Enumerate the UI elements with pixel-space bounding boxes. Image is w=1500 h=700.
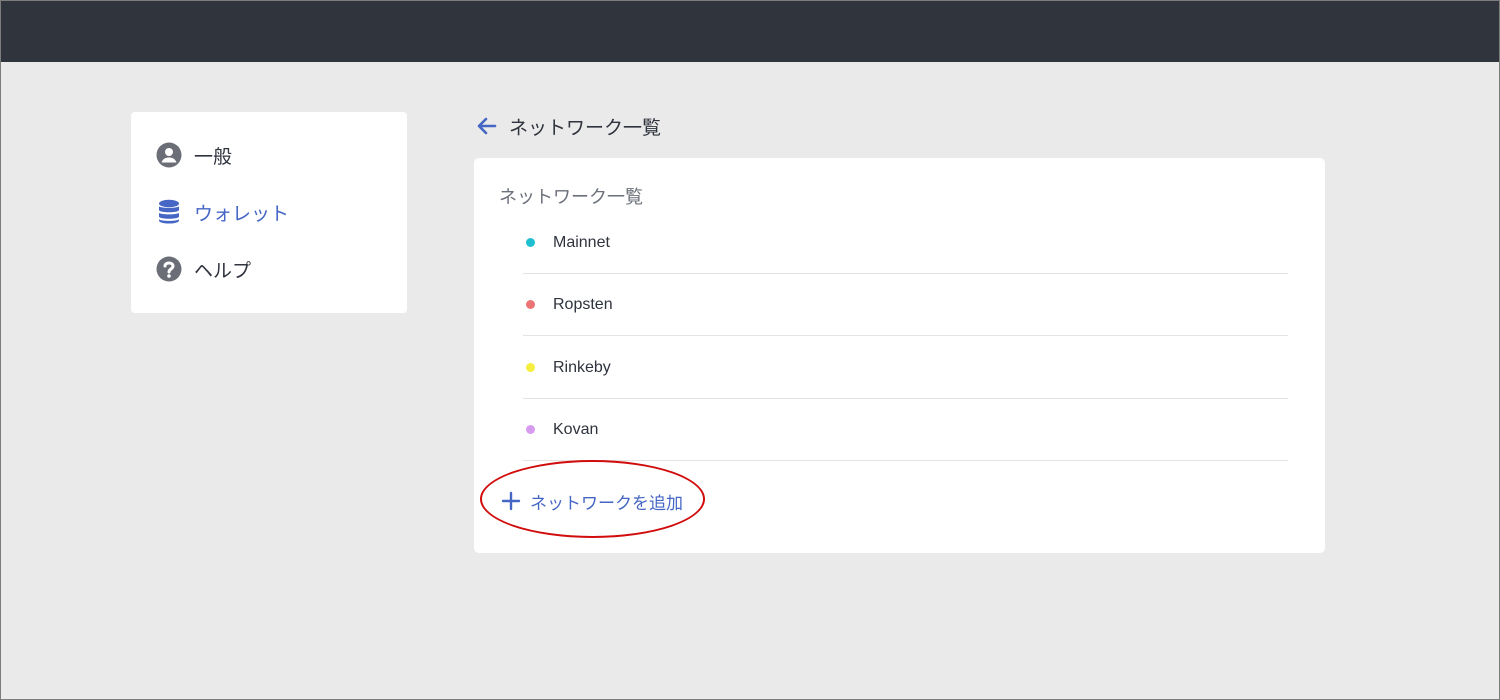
network-item-rinkeby[interactable]: Rinkeby — [523, 337, 1288, 399]
network-name: Ropsten — [553, 295, 613, 313]
network-list-card: ネットワーク一覧 Mainnet Ropsten Rinkeby Kovan ネ… — [474, 158, 1325, 553]
network-item-mainnet[interactable]: Mainnet — [523, 212, 1288, 274]
top-bar — [1, 1, 1499, 62]
network-color-dot — [526, 300, 535, 309]
user-circle-icon — [155, 142, 182, 169]
database-icon — [155, 199, 182, 226]
network-item-kovan[interactable]: Kovan — [523, 399, 1288, 461]
add-network-button[interactable]: ネットワークを追加 — [501, 486, 683, 516]
network-color-dot — [526, 238, 535, 247]
network-color-dot — [526, 363, 535, 372]
network-name: Mainnet — [553, 233, 610, 251]
network-name: Kovan — [553, 420, 599, 438]
plus-icon — [501, 491, 521, 511]
sidebar-item-label: ヘルプ — [194, 259, 252, 282]
arrow-left-icon[interactable] — [475, 114, 499, 138]
network-name: Rinkeby — [553, 358, 611, 376]
page-title: ネットワーク一覧 — [509, 116, 662, 139]
network-item-ropsten[interactable]: Ropsten — [523, 274, 1288, 336]
sidebar-item-label: ウォレット — [194, 202, 290, 225]
page-header: ネットワーク一覧 — [475, 111, 661, 141]
sidebar-item-label: 一般 — [194, 145, 233, 168]
settings-sidebar: 一般 ウォレット ヘルプ — [131, 112, 407, 313]
sidebar-item-wallet[interactable]: ウォレット — [155, 197, 289, 227]
sidebar-item-general[interactable]: 一般 — [155, 140, 232, 170]
network-color-dot — [526, 425, 535, 434]
sidebar-item-help[interactable]: ヘルプ — [155, 254, 251, 284]
add-network-label: ネットワークを追加 — [530, 493, 683, 514]
question-circle-icon — [155, 256, 182, 283]
card-title: ネットワーク一覧 — [499, 187, 643, 208]
